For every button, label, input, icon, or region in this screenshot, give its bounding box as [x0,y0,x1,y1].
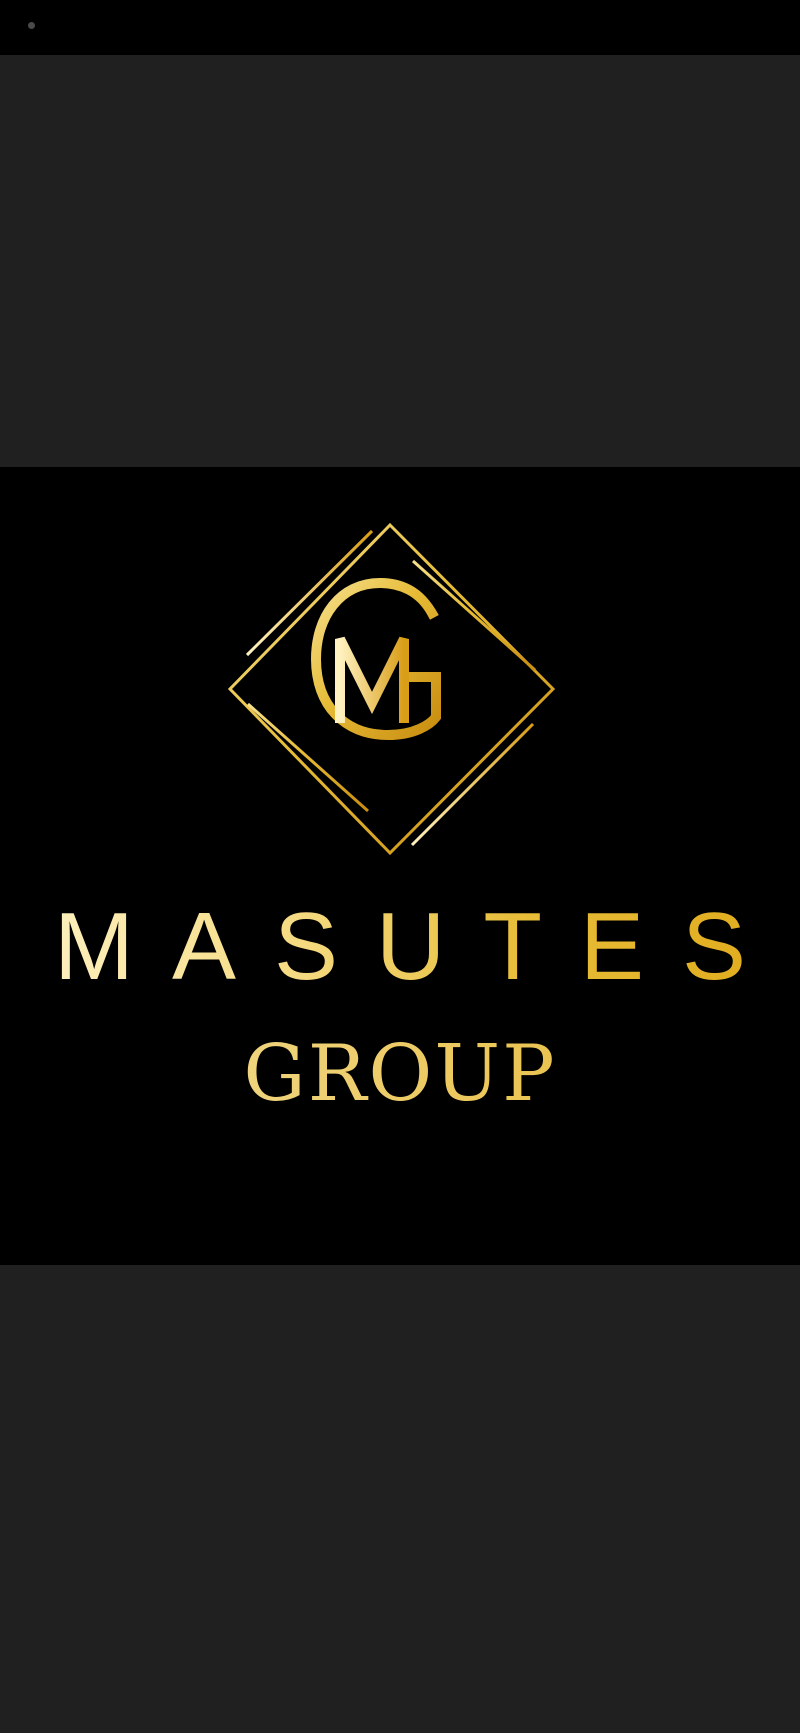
emblem-letter-m [335,636,409,723]
emblem-outer-diamond [227,522,556,856]
status-dot-icon [28,22,35,29]
diamond-monogram-emblem [227,522,556,856]
emblem-letter-g [310,577,441,741]
brand-name: MASUTES [0,899,800,995]
logo-image: MASUTES GROUP [0,467,800,1265]
top-backdrop [0,55,800,467]
brand-subtitle: GROUP [0,1035,800,1113]
emblem-inner-line [410,722,535,847]
bottom-backdrop [0,1265,800,1733]
status-bar [0,0,800,55]
